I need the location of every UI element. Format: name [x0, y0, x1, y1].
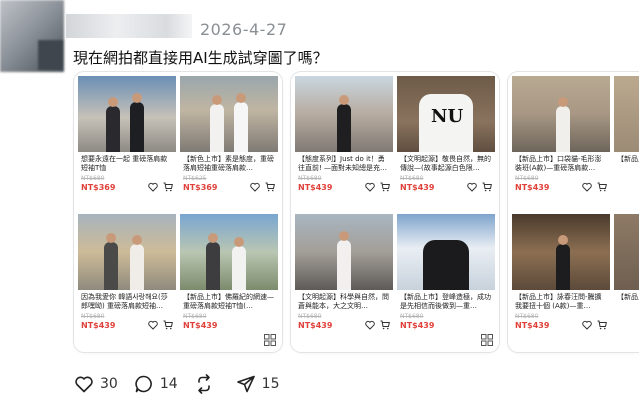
image-card-3[interactable]: 【新品上市】口袋貓-毛形澎裝班(A款)—重磅落肩款… NT$680 NT$439…: [508, 72, 639, 352]
product-tile[interactable]: 【新品上市】口袋貓-毛形澎裝班(A款)—重磅落肩款… NT$680 NT$439: [512, 76, 610, 210]
product-tile[interactable]: 【新色上市】素是態度，重磅落肩短袖重磅落肩款… NT$625 NT$369: [180, 76, 278, 210]
product-title: 想要永遠在一起 重磅落肩款短袖T恤: [81, 155, 168, 172]
heart-icon[interactable]: [365, 320, 375, 330]
product-tile[interactable]: 想要永遠在一起 重磅落肩款短袖T恤 NT$680 NT$369: [78, 76, 176, 210]
share-count: 15: [261, 376, 280, 392]
comment-count: 14: [159, 376, 178, 392]
old-price: NT$680: [400, 313, 424, 320]
cart-icon[interactable]: [597, 182, 607, 192]
post-header: 2026-4-27 現在網拍都直接用AI生成試穿圖了嗎？: [0, 0, 639, 78]
post-text: 現在網拍都直接用AI生成試穿圖了嗎？: [73, 49, 328, 67]
product-photo: [397, 214, 495, 290]
product-title: 【態度系列】Just do it！勇往直前! —面對未知總是充…: [298, 155, 388, 172]
product-photo: [512, 214, 610, 290]
send-icon: [236, 375, 255, 393]
heart-icon: [75, 376, 93, 393]
product-photo: NU: [397, 76, 495, 152]
avatar[interactable]: [0, 0, 64, 72]
cart-icon[interactable]: [163, 320, 173, 330]
heart-icon[interactable]: [467, 182, 477, 192]
product-title: 因為我愛你 韓語사랑해요(莎郎嘿呦) 重磅落肩款短袖…: [81, 293, 168, 310]
cart-icon[interactable]: [380, 182, 390, 192]
cart-icon[interactable]: [163, 182, 173, 192]
product-title: 【新品上市】登峰造極，成功是先相信而後做到—重…: [400, 293, 491, 310]
product-photo: [295, 214, 393, 290]
repost-button[interactable]: [194, 374, 220, 394]
price: NT$439: [400, 183, 435, 192]
product-tile[interactable]: 因為我愛你 韓語사랑해요(莎郎嘿呦) 重磅落肩款短袖… NT$680 NT$43…: [78, 214, 176, 348]
post-timestamp[interactable]: 2026-4-27: [200, 20, 287, 39]
product-title: 【新品上市】: [617, 155, 639, 163]
cart-icon[interactable]: [265, 182, 275, 192]
comment-button[interactable]: 14: [134, 374, 178, 394]
heart-icon[interactable]: [582, 320, 592, 330]
cart-icon[interactable]: [597, 320, 607, 330]
old-price: NT$680: [298, 175, 322, 182]
price: NT$439: [298, 183, 333, 192]
price: NT$369: [81, 183, 116, 192]
cart-icon[interactable]: [482, 182, 492, 192]
price: NT$439: [515, 183, 550, 192]
product-title: 【文明起源】敬畏自然，無的傳說—(故事起源白色限…: [400, 155, 491, 172]
old-price: NT$625: [183, 175, 207, 182]
old-price: NT$680: [81, 175, 105, 182]
grid-icon[interactable]: [264, 334, 276, 346]
heart-icon[interactable]: [250, 182, 260, 192]
grid-icon[interactable]: [481, 334, 493, 346]
old-price: NT$680: [81, 313, 105, 320]
product-tile[interactable]: 【新品上市】佛羅紀的網速—重磅落肩款短袖T恤(… NT$680 NT$439: [180, 214, 278, 348]
product-tile[interactable]: 【新品上市】宇宙暴…: [614, 214, 639, 348]
cart-icon[interactable]: [380, 320, 390, 330]
comment-icon: [135, 375, 152, 393]
post-actions: 30 14 15: [74, 374, 295, 394]
product-title: 【新品上市】口袋貓-毛形澎裝班(A款)—重磅落肩款…: [515, 155, 602, 172]
product-photo: [295, 76, 393, 152]
image-card-2[interactable]: 【態度系列】Just do it！勇往直前! —面對未知總是充… NT$680 …: [291, 72, 499, 352]
product-tile[interactable]: NU 【文明起源】敬畏自然，無的傳說—(故事起源白色限… NT$680 NT$4…: [397, 76, 495, 210]
product-title: 【新品上市】詠春汪問-騰擴我要扭十個 (A款)—重…: [515, 293, 602, 310]
product-photo: [78, 76, 176, 152]
product-tile[interactable]: 【新品上市】: [614, 76, 639, 210]
heart-icon[interactable]: [365, 182, 375, 192]
heart-icon[interactable]: [148, 182, 158, 192]
product-photo: [180, 214, 278, 290]
heart-icon[interactable]: [582, 182, 592, 192]
price: NT$369: [183, 183, 218, 192]
product-photo: [180, 76, 278, 152]
product-photo: [614, 76, 639, 152]
price: NT$439: [81, 321, 116, 330]
like-button[interactable]: 30: [74, 374, 118, 394]
price: NT$439: [515, 321, 550, 330]
product-tile[interactable]: 【態度系列】Just do it！勇往直前! —面對未知總是充… NT$680 …: [295, 76, 393, 210]
share-button[interactable]: 15: [236, 374, 280, 394]
product-tile[interactable]: 【新品上市】登峰造極，成功是先相信而後做到—重… NT$680 NT$439: [397, 214, 495, 348]
heart-icon[interactable]: [148, 320, 158, 330]
repost-icon: [197, 374, 210, 394]
product-title: 【新色上市】素是態度，重磅落肩短袖重磅落肩款…: [183, 155, 274, 172]
old-price: NT$680: [400, 175, 424, 182]
username-redacted[interactable]: [66, 14, 192, 38]
price: NT$439: [183, 321, 218, 330]
old-price: NT$680: [515, 175, 539, 182]
product-photo: [78, 214, 176, 290]
product-title: 【新品上市】佛羅紀的網速—重磅落肩款短袖T恤(…: [183, 293, 274, 310]
product-title: 【新品上市】宇宙暴…: [617, 293, 639, 301]
product-photo: [614, 214, 639, 290]
product-tile[interactable]: 【文明起源】科學與自然，問蒼與能本，大之文明… NT$680 NT$439: [295, 214, 393, 348]
old-price: NT$680: [515, 313, 539, 320]
image-card-1[interactable]: 想要永遠在一起 重磅落肩款短袖T恤 NT$680 NT$369 【新色上市】素是…: [74, 72, 282, 352]
product-photo: [512, 76, 610, 152]
price: NT$439: [298, 321, 333, 330]
like-count: 30: [100, 376, 118, 392]
price: NT$439: [400, 321, 435, 330]
product-tile[interactable]: 【新品上市】詠春汪問-騰擴我要扭十個 (A款)—重… NT$680 NT$439: [512, 214, 610, 348]
old-price: NT$680: [183, 313, 207, 320]
product-title: 【文明起源】科學與自然，問蒼與能本，大之文明…: [298, 293, 389, 310]
old-price: NT$680: [298, 313, 322, 320]
